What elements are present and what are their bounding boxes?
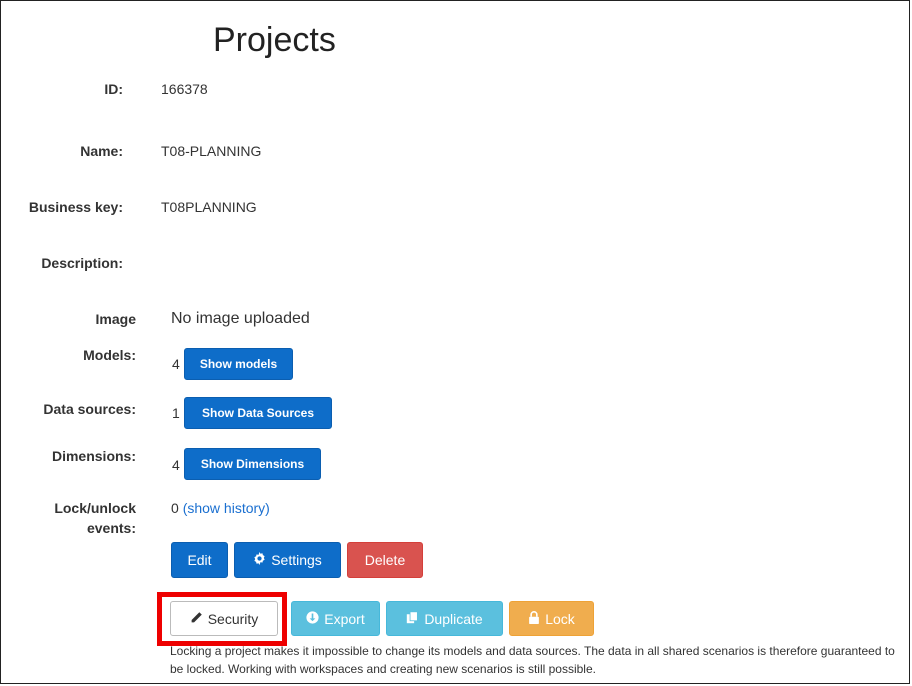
show-models-button[interactable]: Show models (184, 348, 293, 380)
data-sources-count: 1 (172, 405, 180, 421)
business-key-value: T08PLANNING (161, 199, 257, 215)
security-button[interactable]: Security (170, 601, 278, 636)
edit-button[interactable]: Edit (171, 542, 228, 578)
name-value: T08-PLANNING (161, 143, 262, 159)
models-count: 4 (172, 356, 180, 372)
settings-label: Settings (271, 552, 322, 568)
dimensions-label: Dimensions: (51, 448, 136, 464)
lock-events-label-line1: Lock/unlock (54, 500, 136, 516)
image-label: Image (95, 311, 136, 327)
pencil-icon (190, 611, 203, 627)
settings-button[interactable]: Settings (234, 542, 341, 578)
id-value: 166378 (161, 81, 208, 97)
data-sources-label: Data sources: (43, 401, 136, 417)
lock-icon (528, 610, 540, 627)
lock-help-text: Locking a project makes it impossible to… (170, 644, 895, 676)
export-button[interactable]: Export (291, 601, 380, 636)
show-dimensions-button[interactable]: Show Dimensions (184, 448, 321, 480)
project-detail-panel: Projects ID: 166378 Name: T08-PLANNING B… (0, 0, 910, 684)
lock-button[interactable]: Lock (509, 601, 594, 636)
page-title: Projects (213, 21, 336, 59)
description-label: Description: (41, 255, 123, 271)
security-label: Security (207, 610, 259, 627)
duplicate-label: Duplicate (424, 610, 483, 627)
image-value: No image uploaded (171, 310, 310, 327)
lock-events-count: 0 (171, 500, 179, 516)
show-history-link[interactable]: (show history) (183, 500, 270, 516)
business-key-label: Business key: (28, 199, 123, 215)
copy-icon (406, 610, 419, 627)
gear-icon (253, 552, 266, 568)
show-data-sources-button[interactable]: Show Data Sources (184, 397, 332, 429)
id-label: ID: (104, 81, 123, 97)
models-label: Models: (83, 347, 136, 363)
duplicate-button[interactable]: Duplicate (386, 601, 503, 636)
name-label: Name: (80, 143, 123, 159)
dimensions-count: 4 (172, 457, 180, 473)
download-icon (306, 610, 319, 627)
lock-label: Lock (545, 610, 575, 627)
delete-button[interactable]: Delete (347, 542, 423, 578)
lock-events-label-line2: events: (86, 520, 136, 536)
export-label: Export (324, 610, 365, 627)
lock-events-row: 0 (show history) (171, 500, 270, 516)
